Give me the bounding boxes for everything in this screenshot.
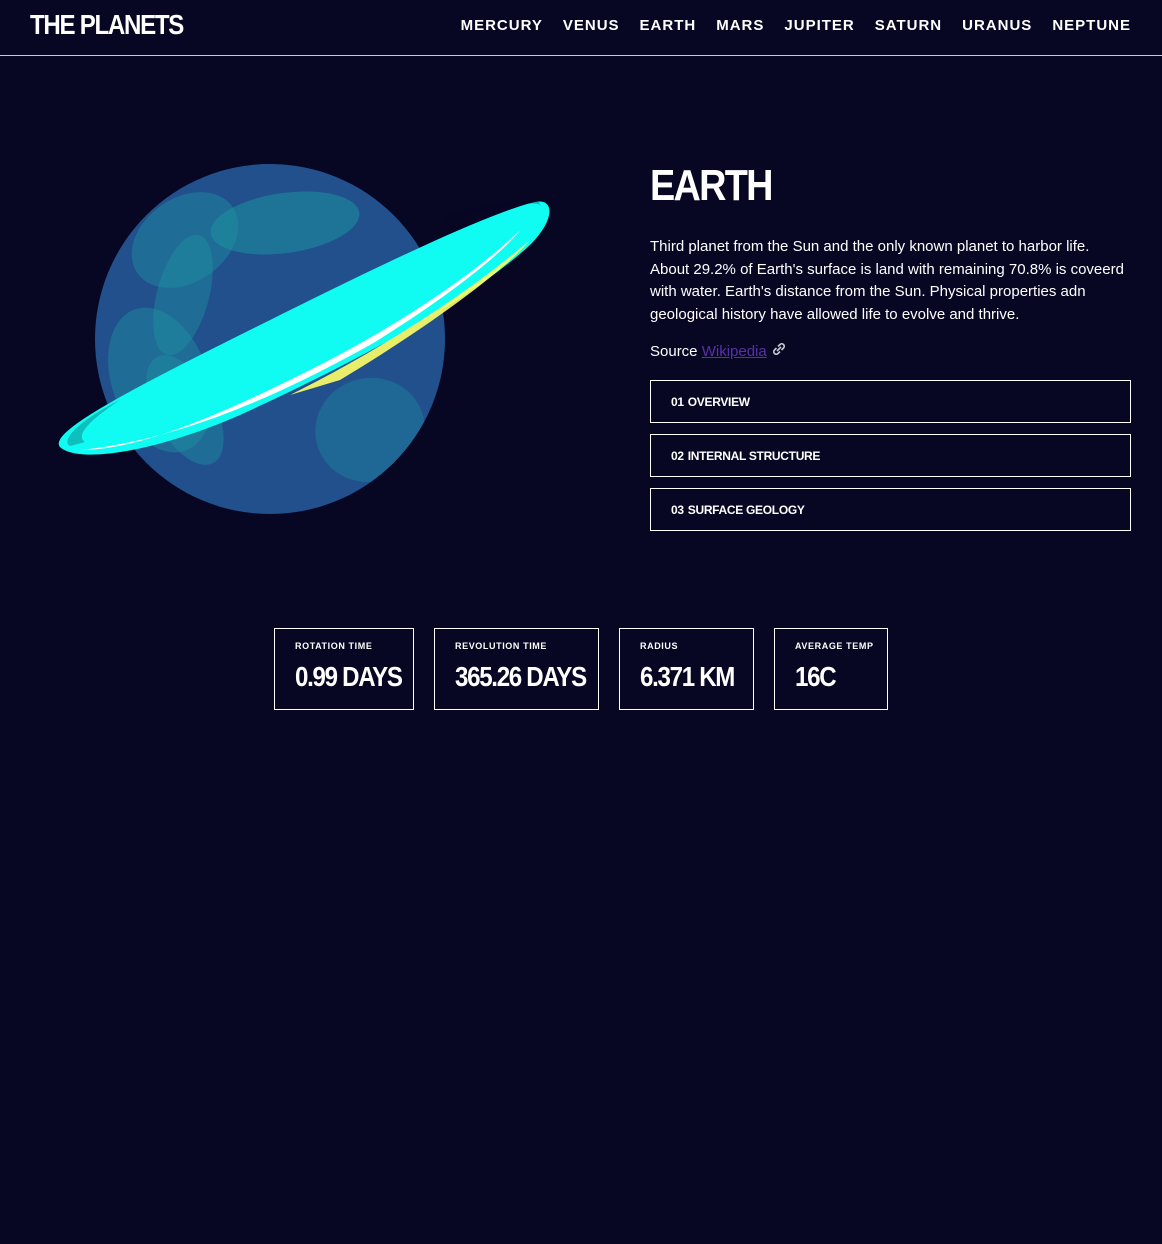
- tab-number: 01: [671, 394, 684, 409]
- source-label: Source: [650, 343, 698, 360]
- planet-name: EARTH: [650, 161, 773, 210]
- external-link-icon: [771, 342, 787, 362]
- nav-uranus[interactable]: URANUS: [962, 16, 1032, 36]
- nav-jupiter[interactable]: JUPITER: [784, 16, 854, 36]
- tab-label: SURFACE GEOLOGY: [687, 502, 805, 517]
- stat-value: 0.99 DAYS: [295, 661, 403, 692]
- source-line: Source Wikipedia: [650, 342, 1131, 362]
- tab-number: 02: [671, 448, 684, 463]
- planet-nav: MERCURY VENUS EARTH MARS JUPITER SATURN …: [461, 16, 1131, 36]
- wikipedia-link[interactable]: Wikipedia: [702, 343, 787, 360]
- stat-value: 365.26 DAYS: [455, 661, 587, 692]
- tab-overview[interactable]: 01 OVERVIEW: [650, 380, 1131, 423]
- nav-mercury[interactable]: MERCURY: [461, 16, 543, 36]
- site-header: THE PLANETS MERCURY VENUS EARTH MARS JUP…: [0, 0, 1162, 56]
- stat-radius: RADIUS 6.371 KM: [619, 628, 754, 710]
- stat-label: AVERAGE TEMP: [795, 641, 874, 651]
- tab-label: OVERVIEW: [687, 394, 750, 409]
- stat-rotation-time: ROTATION TIME 0.99 DAYS: [274, 628, 414, 710]
- nav-venus[interactable]: VENUS: [563, 16, 620, 36]
- nav-mars[interactable]: MARS: [716, 16, 764, 36]
- nav-saturn[interactable]: SATURN: [875, 16, 942, 36]
- stat-value: 6.371 KM: [640, 661, 735, 692]
- stat-value: 16C: [795, 661, 837, 692]
- site-logo[interactable]: THE PLANETS: [30, 9, 184, 41]
- planet-description: Third planet from the Sun and the only k…: [650, 238, 1124, 323]
- stat-revolution-time: REVOLUTION TIME 365.26 DAYS: [434, 628, 599, 710]
- tab-internal-structure[interactable]: 02 INTERNAL STRUCTURE: [650, 434, 1131, 477]
- nav-earth[interactable]: EARTH: [640, 16, 697, 36]
- stat-label: REVOLUTION TIME: [455, 641, 547, 651]
- planet-illustration: [40, 150, 570, 530]
- planet-stats: ROTATION TIME 0.99 DAYS REVOLUTION TIME …: [274, 628, 888, 710]
- planet-info: EARTH Third planet from the Sun and the …: [650, 160, 1131, 531]
- content-tabs: 01 OVERVIEW 02 INTERNAL STRUCTURE 03 SUR…: [650, 380, 1131, 531]
- stat-label: ROTATION TIME: [295, 641, 373, 651]
- stat-average-temp: AVERAGE TEMP 16C: [774, 628, 888, 710]
- nav-neptune[interactable]: NEPTUNE: [1052, 16, 1131, 36]
- wikipedia-link-label: Wikipedia: [701, 343, 767, 360]
- planet-with-ring-icon: [58, 164, 563, 514]
- tab-number: 03: [671, 502, 684, 517]
- stat-label: RADIUS: [640, 641, 679, 651]
- tab-label: INTERNAL STRUCTURE: [687, 448, 821, 463]
- tab-surface-geology[interactable]: 03 SURFACE GEOLOGY: [650, 488, 1131, 531]
